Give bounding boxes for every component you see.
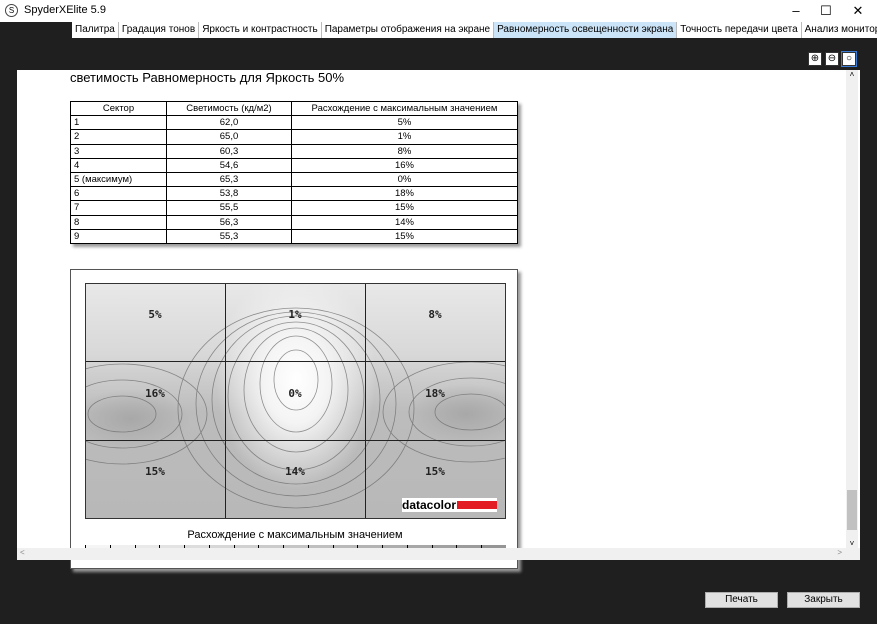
sector-5-value: 0% [288,387,302,400]
table-cell: 2 [70,129,167,145]
table-cell: 4 [70,157,167,173]
tab-tone-gradation[interactable]: Градация тонов [119,22,200,38]
sector-3-value: 8% [428,308,442,321]
close-button[interactable]: Закрыть [787,592,860,608]
table-cell: 16% [291,157,518,173]
tab-screen-uniformity[interactable]: Равномерность освещенности экрана [494,22,678,38]
close-window-button[interactable]: ✕ [843,0,873,22]
datacolor-logo: datacolor [401,498,497,512]
sector-4-value: 16% [145,387,165,400]
table-cell: 5% [291,115,518,131]
column-header: Расхождение с максимальным значением [291,100,518,117]
legend-title: Расхождение с максимальным значением [187,529,403,541]
table-cell: 8% [291,143,518,159]
grid-line [86,440,505,441]
table-cell: 65,3 [166,171,292,188]
sector-6-value: 18% [425,387,445,400]
uniformity-map: 5% 1% 8% 16% 0% 18% 15% 14% 15% datacolo… [70,269,518,569]
table-row: 8 56,3 14% [70,214,518,230]
table-cell: 7 [70,200,167,216]
table-row: 3 60,3 8% [70,143,518,159]
tab-brightness-contrast[interactable]: Яркость и контрастность [199,22,322,38]
table-cell: 8 [70,214,167,230]
maximize-button[interactable]: ☐ [811,0,841,22]
column-header: Сектор [70,100,167,117]
table-cell: 60,3 [166,143,292,159]
zoom-fit-icon[interactable]: ○ [841,51,857,67]
table-row: 2 65,0 1% [70,129,518,145]
table-cell: 5 (максимум) [70,171,167,188]
table-cell: 1 [70,115,167,131]
table-cell: 53,8 [166,186,292,202]
app-icon: S [5,4,18,17]
table-cell: 1% [291,129,518,145]
table-cell: 18% [291,186,518,202]
table-cell: 3 [70,143,167,159]
tab-display-settings[interactable]: Параметры отображения на экране [322,22,495,38]
table-cell: 15% [291,200,518,216]
window-title: SpyderXElite 5.9 [24,4,106,16]
grid-line [225,284,226,518]
column-header: Светимость (кд/м2) [166,100,292,117]
grid-line [365,284,366,518]
table-row: 6 53,8 18% [70,186,518,202]
table-cell: 65,0 [166,129,292,145]
sector-1-value: 5% [148,308,162,321]
table-cell: 56,3 [166,214,292,230]
table-cell: 15% [291,228,518,244]
table-cell: 14% [291,214,518,230]
table-cell: 0% [291,171,518,188]
table-row: 4 54,6 16% [70,157,518,173]
report-heading: светимость Равномерность для Яркость 50% [70,70,345,85]
sector-2-value: 1% [288,308,302,321]
tab-monitor-analysis[interactable]: Анализ монитора [802,22,877,38]
sector-9-value: 15% [425,465,445,478]
zoom-in-icon[interactable]: ⊕ [808,52,822,66]
grid-line [86,361,505,362]
table-row: 1 62,0 5% [70,115,518,131]
tab-bar: Палитра Градация тонов Яркость и контрас… [72,22,877,38]
table-cell: 6 [70,186,167,202]
table-cell: 55,3 [166,228,292,244]
sector-8-value: 14% [285,465,305,478]
zoom-out-icon[interactable]: ⊖ [825,52,839,66]
table-row: 9 55,3 15% [70,228,518,244]
table-row: 5 (максимум) 65,3 0% [70,171,518,188]
contour-plot: 5% 1% 8% 16% 0% 18% 15% 14% 15% datacolo… [85,283,506,519]
tab-palette[interactable]: Палитра [72,22,119,38]
title-bar: S SpyderXElite 5.9 – ☐ ✕ [0,0,877,22]
report-panel: светимость Равномерность для Яркость 50%… [17,70,860,569]
table-cell: 62,0 [166,115,292,131]
uniformity-table: Сектор Светимость (кд/м2) Расхождение с … [70,100,518,244]
vertical-scrollbar[interactable]: ˄ ˅ [846,70,858,548]
print-button[interactable]: Печать [705,592,778,608]
table-row: 7 55,5 15% [70,200,518,216]
sector-7-value: 15% [145,465,165,478]
table-cell: 54,6 [166,157,292,173]
table-cell: 55,5 [166,200,292,216]
minimize-button[interactable]: – [781,0,811,22]
table-cell: 9 [70,228,167,244]
horizontal-scrollbar[interactable]: < > [17,548,860,560]
tab-color-accuracy[interactable]: Точность передачи цвета [677,22,802,38]
